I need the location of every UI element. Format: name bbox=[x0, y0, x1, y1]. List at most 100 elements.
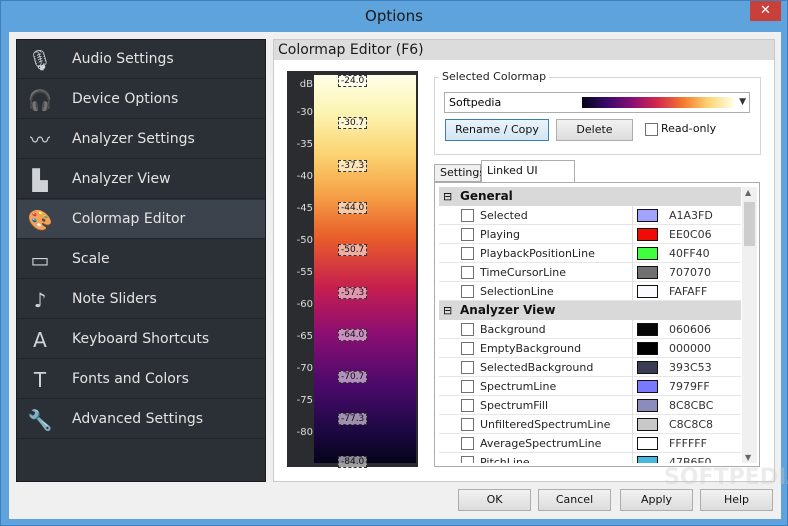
colormap-marker[interactable]: -64.0 bbox=[338, 328, 368, 341]
sidebar-item-fonts-and-colors[interactable]: T Fonts and Colors bbox=[17, 360, 265, 399]
color-row[interactable]: SelectionLine FAFAFF bbox=[439, 282, 741, 301]
color-row[interactable]: PitchLine 47B6E0 bbox=[439, 453, 741, 463]
color-swatch[interactable] bbox=[637, 323, 658, 336]
font-t-icon: T bbox=[33, 368, 47, 392]
colormap-marker[interactable]: -84.0 bbox=[338, 455, 368, 468]
link-checkbox[interactable] bbox=[461, 399, 474, 412]
scroll-down-icon[interactable]: ▼ bbox=[745, 453, 751, 462]
color-swatch[interactable] bbox=[637, 228, 658, 241]
colormap-marker[interactable]: -44.0 bbox=[338, 201, 368, 214]
color-row[interactable]: EmptyBackground 000000 bbox=[439, 339, 741, 358]
link-checkbox[interactable] bbox=[461, 342, 474, 355]
link-checkbox[interactable] bbox=[461, 361, 474, 374]
color-name: SpectrumLine bbox=[480, 380, 557, 393]
sidebar-item-label: Device Options bbox=[72, 91, 179, 107]
sidebar-item-audio-settings[interactable]: 🎙 Audio Settings bbox=[17, 40, 265, 79]
colormap-gradient[interactable] bbox=[314, 75, 416, 463]
link-checkbox[interactable] bbox=[461, 437, 474, 450]
sidebar-item-label: Note Sliders bbox=[72, 291, 157, 307]
collapse-toggle-icon[interactable]: ⊟ bbox=[443, 187, 452, 206]
scroll-up-icon[interactable]: ▲ bbox=[745, 188, 751, 197]
vertical-scrollbar[interactable]: ▲ ▼ bbox=[742, 187, 757, 463]
color-name: PlaybackPositionLine bbox=[480, 247, 595, 260]
color-swatch[interactable] bbox=[637, 380, 658, 393]
db-scale-label: -70 bbox=[296, 363, 313, 374]
colormap-marker[interactable]: -77.3 bbox=[338, 413, 368, 426]
ok-button[interactable]: OK bbox=[458, 489, 531, 511]
readonly-checkbox[interactable] bbox=[645, 123, 658, 136]
db-scale-label: -75 bbox=[296, 395, 313, 406]
colormap-editor-panel: Colormap Editor (F6) dB -30 -35 -40 -45 -50 -… bbox=[273, 39, 788, 490]
group-header[interactable]: ⊟ General bbox=[439, 187, 741, 206]
sidebar-item-label: Analyzer View bbox=[72, 171, 171, 187]
column-divider bbox=[632, 320, 633, 339]
sidebar-item-label: Fonts and Colors bbox=[72, 371, 189, 387]
color-swatch[interactable] bbox=[637, 285, 658, 298]
column-divider bbox=[632, 396, 633, 415]
collapse-toggle-icon[interactable]: ⊟ bbox=[443, 301, 452, 320]
scrollbar-thumb[interactable] bbox=[744, 202, 755, 246]
colormap-marker[interactable]: -57.3 bbox=[338, 286, 368, 299]
link-checkbox[interactable] bbox=[461, 418, 474, 431]
colormap-marker[interactable]: -30.7 bbox=[338, 117, 368, 130]
sidebar-item-device-options[interactable]: 🎧 Device Options bbox=[17, 80, 265, 119]
tab-settings[interactable]: Settings bbox=[434, 164, 485, 182]
color-row[interactable]: Background 060606 bbox=[439, 320, 741, 339]
color-row[interactable]: TimeCursorLine 707070 bbox=[439, 263, 741, 282]
color-swatch[interactable] bbox=[637, 399, 658, 412]
colormap-marker[interactable]: -24.0 bbox=[338, 75, 368, 87]
apply-button[interactable]: Apply bbox=[620, 489, 693, 511]
group-name: General bbox=[460, 189, 513, 203]
tab-linked-ui-colors[interactable]: Linked UI Colors bbox=[481, 160, 575, 197]
sidebar: 🎙 Audio Settings 🎧 Device Options 〰 Analyzer … bbox=[16, 39, 266, 482]
color-row[interactable]: SpectrumFill 8C8CBC bbox=[439, 396, 741, 415]
sidebar-item-analyzer-view[interactable]: ▙ Analyzer View bbox=[17, 160, 265, 199]
rename-copy-button[interactable]: Rename / Copy bbox=[445, 119, 549, 141]
color-row[interactable]: PlaybackPositionLine 40FF40 bbox=[439, 244, 741, 263]
color-row[interactable]: UnfilteredSpectrumLine C8C8C8 bbox=[439, 415, 741, 434]
db-scale-label: -40 bbox=[296, 171, 313, 182]
link-checkbox[interactable] bbox=[461, 266, 474, 279]
link-checkbox[interactable] bbox=[461, 285, 474, 298]
color-swatch[interactable] bbox=[637, 266, 658, 279]
color-swatch[interactable] bbox=[637, 209, 658, 222]
db-scale-label: -65 bbox=[296, 331, 313, 342]
link-checkbox[interactable] bbox=[461, 228, 474, 241]
help-button[interactable]: Help bbox=[700, 489, 773, 511]
link-checkbox[interactable] bbox=[461, 456, 474, 463]
sidebar-item-analyzer-settings[interactable]: 〰 Analyzer Settings bbox=[17, 120, 265, 159]
client-area: 🎙 Audio Settings 🎧 Device Options 〰 Analyzer … bbox=[9, 32, 788, 519]
link-checkbox[interactable] bbox=[461, 209, 474, 222]
color-name: PitchLine bbox=[480, 456, 530, 463]
sidebar-item-keyboard-shortcuts[interactable]: A Keyboard Shortcuts bbox=[17, 320, 265, 359]
color-row[interactable]: SpectrumLine 7979FF bbox=[439, 377, 741, 396]
color-row[interactable]: SelectedBackground 393C53 bbox=[439, 358, 741, 377]
sidebar-item-colormap-editor[interactable]: 🎨 Colormap Editor bbox=[17, 200, 265, 239]
colormap-select[interactable]: Softpedia ▼ bbox=[444, 92, 750, 113]
color-swatch[interactable] bbox=[637, 247, 658, 260]
colormap-marker[interactable]: -70.7 bbox=[338, 371, 368, 384]
color-swatch[interactable] bbox=[637, 456, 658, 463]
sidebar-item-scale[interactable]: ▭ Scale bbox=[17, 240, 265, 279]
color-swatch[interactable] bbox=[637, 342, 658, 355]
link-checkbox[interactable] bbox=[461, 323, 474, 336]
delete-button[interactable]: Delete bbox=[556, 119, 633, 141]
colormap-marker[interactable]: -37.3 bbox=[338, 159, 368, 172]
color-swatch[interactable] bbox=[637, 361, 658, 374]
group-header[interactable]: ⊟ Analyzer View bbox=[439, 301, 741, 320]
cancel-button[interactable]: Cancel bbox=[538, 489, 611, 511]
color-swatch[interactable] bbox=[637, 437, 658, 450]
link-checkbox[interactable] bbox=[461, 247, 474, 260]
sidebar-item-advanced-settings[interactable]: 🔧 Advanced Settings bbox=[17, 400, 265, 439]
color-row[interactable]: AverageSpectrumLine FFFFFF bbox=[439, 434, 741, 453]
color-row[interactable]: Selected A1A3FD bbox=[439, 206, 741, 225]
column-divider bbox=[632, 358, 633, 377]
colormap-preview: dB -30 -35 -40 -45 -50 -55 -60 -65 -70 -75 -80 -24.… bbox=[287, 71, 418, 468]
color-name: UnfilteredSpectrumLine bbox=[480, 418, 611, 431]
colormap-marker[interactable]: -50.7 bbox=[338, 244, 368, 257]
color-swatch[interactable] bbox=[637, 418, 658, 431]
color-row[interactable]: Playing EE0C06 bbox=[439, 225, 741, 244]
sidebar-item-note-sliders[interactable]: ♪ Note Sliders bbox=[17, 280, 265, 319]
close-button[interactable]: ✕ bbox=[750, 1, 781, 21]
link-checkbox[interactable] bbox=[461, 380, 474, 393]
